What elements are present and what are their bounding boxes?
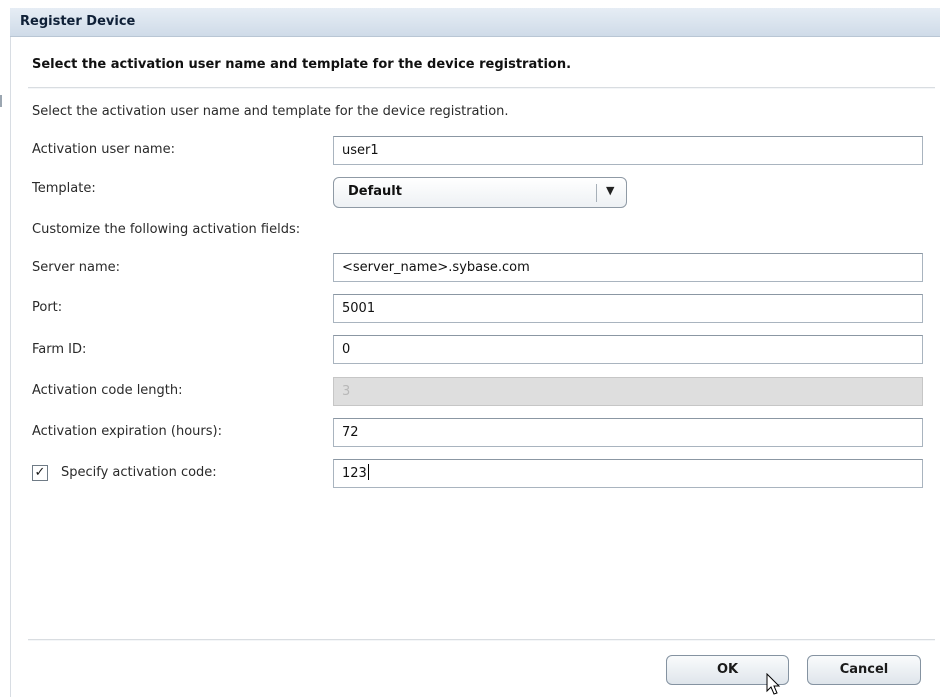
dropdown-arrow-icon: ▼ (606, 184, 615, 197)
dialog-titlebar: Register Device (10, 8, 940, 37)
activation-code-length-input: 3 (333, 377, 923, 406)
template-selected-value: Default (348, 184, 402, 199)
specify-activation-code-input[interactable]: 123 (333, 459, 923, 488)
text-cursor (367, 464, 369, 480)
select-separator (596, 184, 597, 202)
port-input[interactable]: 5001 (333, 294, 923, 323)
window-edge-marker (0, 95, 2, 107)
dialog-description: Select the activation user name and temp… (32, 104, 509, 119)
activation-expiration-input[interactable]: 72 (333, 418, 923, 447)
activation-code-length-label: Activation code length: (32, 383, 183, 398)
footer-divider (28, 639, 935, 641)
dialog-instruction: Select the activation user name and temp… (32, 57, 572, 72)
specify-activation-code-label: Specify activation code: (61, 465, 217, 480)
checkmark-icon: ✓ (34, 465, 46, 480)
activation-user-name-label: Activation user name: (32, 142, 175, 157)
template-select[interactable]: Default ▼ (333, 177, 627, 208)
activation-code-value: 123 (342, 466, 367, 481)
specify-activation-code-checkbox[interactable]: ✓ (32, 465, 48, 481)
cancel-button[interactable]: Cancel (807, 655, 921, 685)
template-label: Template: (32, 181, 96, 196)
mouse-pointer-icon (766, 673, 781, 695)
activation-expiration-label: Activation expiration (hours): (32, 424, 222, 439)
header-divider (28, 87, 935, 89)
customize-heading: Customize the following activation field… (32, 222, 301, 237)
dialog-title: Register Device (20, 14, 136, 29)
activation-user-name-input[interactable]: user1 (333, 136, 923, 165)
farm-id-input[interactable]: 0 (333, 335, 923, 364)
port-label: Port: (32, 300, 63, 315)
server-name-label: Server name: (32, 260, 121, 275)
server-name-input[interactable]: <server_name>.sybase.com (333, 253, 923, 282)
farm-id-label: Farm ID: (32, 342, 87, 357)
